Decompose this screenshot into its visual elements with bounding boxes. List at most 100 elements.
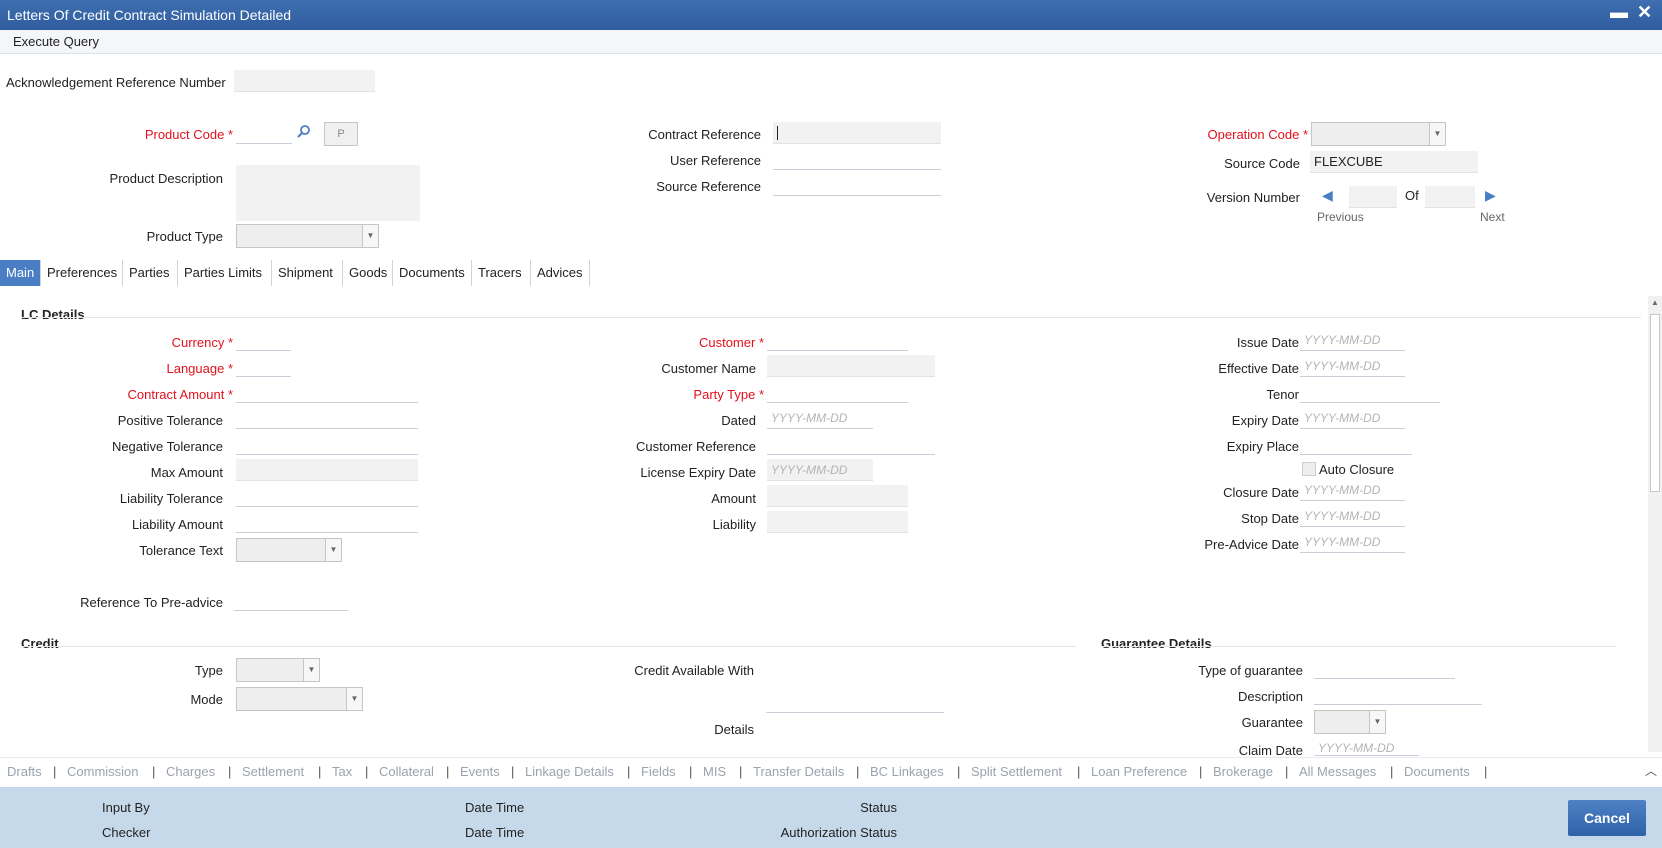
guarantee-description-input[interactable] <box>1314 683 1482 705</box>
liability-tolerance-input[interactable] <box>236 485 418 507</box>
auto-closure-checkbox[interactable] <box>1302 462 1316 476</box>
tab-parties[interactable]: Parties <box>123 260 178 286</box>
tab-main[interactable]: Main <box>0 260 41 286</box>
execute-query-menu[interactable]: Execute Query <box>13 34 99 49</box>
search-icon[interactable] <box>296 124 312 143</box>
customer-label: Customer <box>600 335 764 350</box>
currency-input[interactable] <box>236 329 291 351</box>
expiry-place-input[interactable] <box>1300 433 1412 455</box>
pre-advice-date-input[interactable] <box>1300 531 1405 553</box>
max-amount-input[interactable] <box>236 459 418 481</box>
dated-label: Dated <box>721 413 756 428</box>
auto-closure-label: Auto Closure <box>1319 462 1395 477</box>
license-expiry-date-input[interactable] <box>767 459 873 481</box>
stop-date-input[interactable] <box>1300 505 1405 527</box>
product-code-p-button[interactable]: P <box>324 122 358 146</box>
scrollbar-thumb[interactable] <box>1650 314 1660 492</box>
source-reference-label: Source Reference <box>656 179 761 194</box>
next-link[interactable]: Next <box>1480 210 1505 224</box>
dated-input[interactable] <box>767 407 873 429</box>
user-reference-input[interactable] <box>773 148 941 170</box>
subscreen-bc-linkages[interactable]: BC Linkages <box>870 764 944 779</box>
subscreen-documents[interactable]: Documents <box>1404 764 1470 779</box>
vertical-scrollbar[interactable]: ▲ <box>1648 296 1662 752</box>
customer-name-input[interactable] <box>767 355 935 377</box>
subscreen-transfer-details[interactable]: Transfer Details <box>753 764 844 779</box>
subscreen-fields[interactable]: Fields <box>641 764 676 779</box>
subscreen-settlement[interactable]: Settlement <box>242 764 304 779</box>
operation-code-select[interactable]: ▼ <box>1311 122 1446 146</box>
version-total-input[interactable] <box>1425 186 1475 208</box>
issue-date-input[interactable] <box>1300 329 1405 351</box>
language-input[interactable] <box>236 355 291 377</box>
subscreen-drafts[interactable]: Drafts <box>7 764 42 779</box>
effective-date-label: Effective Date <box>1218 361 1299 376</box>
subscreen-events[interactable]: Events <box>460 764 500 779</box>
subscreen-brokerage[interactable]: Brokerage <box>1213 764 1273 779</box>
subscreen-mis[interactable]: MIS <box>703 764 726 779</box>
subscreen-split-settlement[interactable]: Split Settlement <box>971 764 1062 779</box>
contract-reference-input[interactable] <box>773 122 941 144</box>
tolerance-text-select[interactable]: ▼ <box>236 538 342 562</box>
tab-tracers[interactable]: Tracers <box>472 260 531 286</box>
subscreen-collateral[interactable]: Collateral <box>379 764 434 779</box>
guarantee-label: Guarantee <box>1241 715 1303 730</box>
type-of-guarantee-input[interactable] <box>1314 657 1455 679</box>
divider <box>21 317 1641 318</box>
subscreen-loan-preference[interactable]: Loan Preference <box>1091 764 1187 779</box>
product-code-input[interactable] <box>236 122 292 144</box>
guarantee-select[interactable]: ▼ <box>1314 710 1386 734</box>
credit-type-select[interactable]: ▼ <box>236 658 320 682</box>
tab-goods[interactable]: Goods <box>343 260 393 286</box>
contract-reference-label: Contract Reference <box>648 127 761 142</box>
customer-reference-input[interactable] <box>767 433 935 455</box>
source-code-label: Source Code <box>1224 156 1300 171</box>
contract-amount-input[interactable] <box>236 381 418 403</box>
positive-tolerance-input[interactable] <box>236 407 418 429</box>
liability-amount-input[interactable] <box>236 511 418 533</box>
subscreen-tax[interactable]: Tax <box>332 764 352 779</box>
claim-date-input[interactable] <box>1314 739 1419 756</box>
subscreen-all-messages[interactable]: All Messages <box>1299 764 1376 779</box>
minimize-icon[interactable]: ▬ <box>1610 2 1628 23</box>
close-icon[interactable]: ✕ <box>1637 2 1652 23</box>
tab-parties-limits[interactable]: Parties Limits <box>178 260 272 286</box>
expiry-date-label: Expiry Date <box>1231 413 1299 428</box>
credit-available-with-input[interactable] <box>766 691 944 713</box>
subscreen-linkage-details[interactable]: Linkage Details <box>525 764 614 779</box>
scroll-up-icon[interactable]: ▲ <box>1651 298 1659 307</box>
negative-tolerance-input[interactable] <box>236 433 418 455</box>
closure-date-input[interactable] <box>1300 479 1405 501</box>
tenor-input[interactable] <box>1300 381 1440 403</box>
cancel-button[interactable]: Cancel <box>1568 800 1646 836</box>
tab-documents[interactable]: Documents <box>393 260 472 286</box>
next-arrow-icon[interactable]: ▶ <box>1485 187 1496 204</box>
reference-to-preadvice-input[interactable] <box>234 589 348 611</box>
divider <box>1101 646 1616 647</box>
user-reference-label: User Reference <box>669 153 761 168</box>
tenor-label: Tenor <box>1266 387 1299 402</box>
product-description-field[interactable] <box>236 165 420 221</box>
effective-date-input[interactable] <box>1300 355 1405 377</box>
tab-preferences[interactable]: Preferences <box>41 260 123 286</box>
credit-mode-select[interactable]: ▼ <box>236 687 363 711</box>
tab-advices[interactable]: Advices <box>531 260 590 286</box>
subscreen-commission[interactable]: Commission <box>67 764 139 779</box>
source-code-input[interactable] <box>1310 151 1478 173</box>
subscreen-charges[interactable]: Charges <box>166 764 215 779</box>
source-reference-input[interactable] <box>773 174 941 196</box>
product-type-select[interactable]: ▼ <box>236 224 379 248</box>
customer-reference-label: Customer Reference <box>636 439 756 454</box>
ack-ref-input[interactable] <box>234 70 375 92</box>
party-type-input[interactable] <box>767 381 908 403</box>
expiry-date-input[interactable] <box>1300 407 1405 429</box>
customer-input[interactable] <box>767 329 908 351</box>
previous-arrow-icon[interactable]: ◀ <box>1322 187 1333 204</box>
amount-input[interactable] <box>767 485 908 507</box>
collapse-up-icon[interactable]: ︿ <box>1645 762 1657 779</box>
liability-input[interactable] <box>767 511 908 533</box>
previous-link[interactable]: Previous <box>1317 210 1364 224</box>
version-current-input[interactable] <box>1349 186 1397 208</box>
tab-shipment[interactable]: Shipment <box>272 260 343 286</box>
contract-amount-label: Contract Amount <box>60 387 233 402</box>
